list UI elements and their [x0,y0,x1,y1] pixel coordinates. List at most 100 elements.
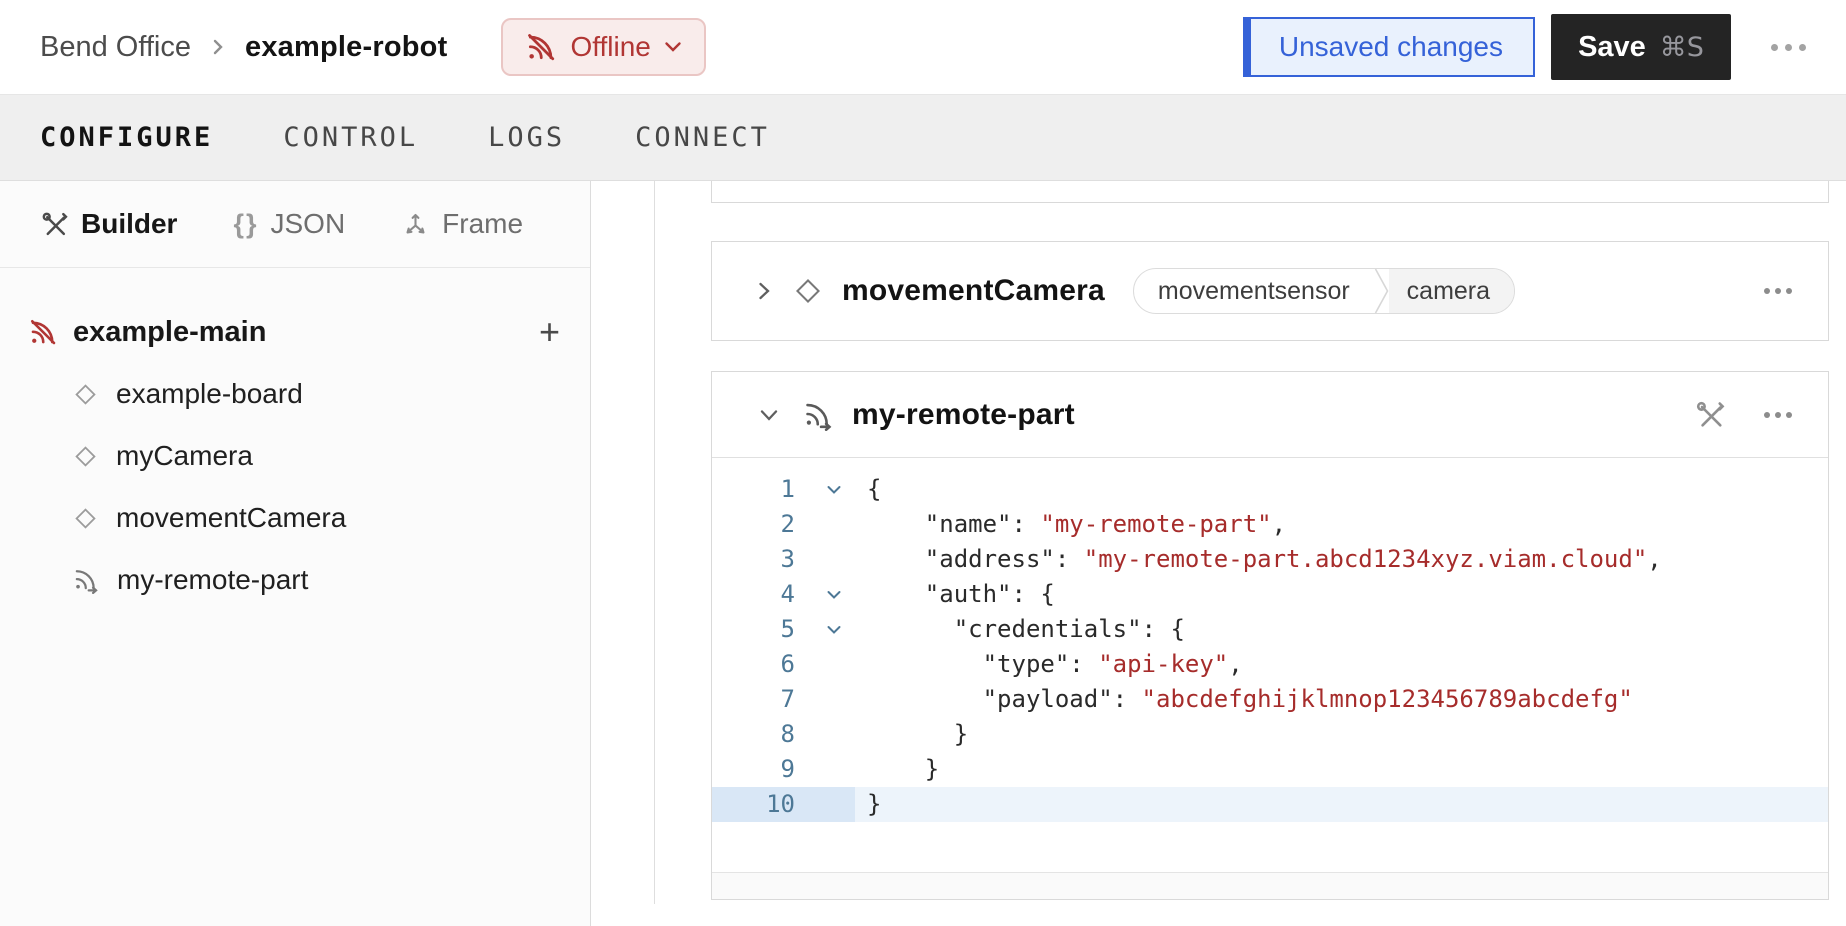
fold-toggle-icon[interactable] [795,612,855,647]
mode-label: Frame [442,208,523,240]
fold-spacer [795,542,855,577]
code-text: } [855,787,1828,822]
tab-connect[interactable]: CONNECT [635,122,770,153]
mode-builder[interactable]: Builder [40,208,177,240]
tag-camera: camera [1389,269,1514,313]
line-number: 7 [712,682,795,717]
json-code-editor[interactable]: 1{2 "name": "my-remote-part",3 "address"… [712,458,1828,872]
fold-spacer [795,717,855,752]
chevron-down-icon [664,41,682,53]
gutter: 4 [712,577,855,612]
code-line[interactable]: 1{ [712,472,1828,507]
sidebar: Builder{}JSONFrame example-main + examp [0,181,591,926]
unsaved-changes-label: Unsaved changes [1279,31,1503,63]
tree-item-myCamera[interactable]: myCamera [0,425,590,487]
add-component-button[interactable]: + [539,314,560,350]
topbar-left: Bend Office example-robot Offline [40,18,706,76]
line-number: 3 [712,542,795,577]
tree-item-label: my-remote-part [117,564,308,596]
tab-configure[interactable]: CONFIGURE [40,122,213,153]
card-my-remote-part: my-remote-part 1{2 "name": [711,371,1829,900]
card-movementCamera-header: movementCamera movementsensorcamera [712,242,1828,340]
line-number: 2 [712,507,795,542]
code-line[interactable]: 4 "auth": { [712,577,1828,612]
save-button[interactable]: Save ⌘S [1551,14,1731,80]
tree-item-example-main[interactable]: example-main + [0,301,590,363]
build-tools-icon[interactable] [1694,399,1726,431]
status-badge[interactable]: Offline [501,18,705,76]
code-editor-footer [712,872,1828,899]
collapse-card-button[interactable] [756,407,782,423]
card-title: my-remote-part [852,398,1075,432]
breadcrumb-robot-name: example-robot [245,31,447,64]
content: Builder{}JSONFrame example-main + examp [0,181,1846,926]
line-number: 6 [712,647,795,682]
fold-spacer [795,682,855,717]
expand-card-button[interactable] [756,278,772,304]
code-line[interactable]: 6 "type": "api-key", [712,647,1828,682]
gutter: 2 [712,507,855,542]
line-number: 1 [712,472,795,507]
card-my-remote-part-header: my-remote-part [712,372,1828,458]
line-number: 4 [712,577,795,612]
tools-icon [40,210,69,239]
fold-spacer [795,647,855,682]
code-text: "address": "my-remote-part.abcd1234xyz.v… [855,542,1828,577]
card-menu-button[interactable] [1764,412,1792,418]
fold-spacer [795,507,855,542]
breadcrumb: Bend Office example-robot [40,31,447,64]
card-movementCamera: movementCamera movementsensorcamera [711,241,1829,341]
tab-control[interactable]: CONTROL [283,122,418,153]
view-mode-switcher: Builder {}JSON Frame [0,181,590,268]
code-line[interactable]: 9 } [712,752,1828,787]
tab-logs[interactable]: LOGS [488,122,565,153]
tree-item-my-remote-part[interactable]: my-remote-part [0,549,590,611]
mode-json[interactable]: {}JSON [233,208,345,240]
tree-item-label: movementCamera [116,502,346,534]
tree-item-movementCamera[interactable]: movementCamera [0,487,590,549]
gutter: 9 [712,752,855,787]
mode-label: Builder [81,208,177,240]
code-line[interactable]: 2 "name": "my-remote-part", [712,507,1828,542]
fold-toggle-icon[interactable] [795,472,855,507]
tree-children: example-boardmyCamera movementCamera my-re… [0,363,590,611]
remote-part-icon [72,566,100,594]
code-line[interactable]: 3 "address": "my-remote-part.abcd1234xyz… [712,542,1828,577]
gutter: 6 [712,647,855,682]
component-diamond-icon [792,275,824,307]
gutter: 7 [712,682,855,717]
unsaved-changes-badge[interactable]: Unsaved changes [1243,17,1535,77]
remote-part-icon [802,399,834,431]
code-line[interactable]: 7 "payload": "abcdefghijklmnop123456789a… [712,682,1828,717]
card-menu-button[interactable] [1764,288,1792,294]
code-line[interactable]: 8 } [712,717,1828,752]
topbar: Bend Office example-robot Offline [0,0,1846,95]
overflow-menu-button[interactable] [1771,44,1806,51]
tag-divider-icon [1374,269,1389,313]
viam-robot-config-app: Bend Office example-robot Offline [0,0,1846,926]
gutter: 3 [712,542,855,577]
code-text: "credentials": { [855,612,1828,647]
frame-axes-icon [401,210,430,239]
gutter: 1 [712,472,855,507]
line-number: 10 [712,787,795,822]
code-line[interactable]: 10} [712,787,1828,822]
panel-divider [654,181,655,904]
code-text: "auth": { [855,577,1828,612]
code-line[interactable]: 5 "credentials": { [712,612,1828,647]
fold-toggle-icon[interactable] [795,577,855,612]
mode-label: JSON [270,208,345,240]
line-number: 5 [712,612,795,647]
line-number: 9 [712,752,795,787]
component-diamond-icon [72,443,99,470]
tree-item-example-board[interactable]: example-board [0,363,590,425]
wifi-off-icon [28,317,58,347]
breadcrumb-location-link[interactable]: Bend Office [40,31,191,64]
component-diamond-icon [72,505,99,532]
config-canvas: movementCamera movementsensorcamera [591,181,1846,926]
tag-movementsensor: movementsensor [1134,269,1374,313]
tree-root-label: example-main [73,316,539,349]
mode-frame[interactable]: Frame [401,208,523,240]
status-label: Offline [570,31,650,63]
code-text: "name": "my-remote-part", [855,507,1828,542]
